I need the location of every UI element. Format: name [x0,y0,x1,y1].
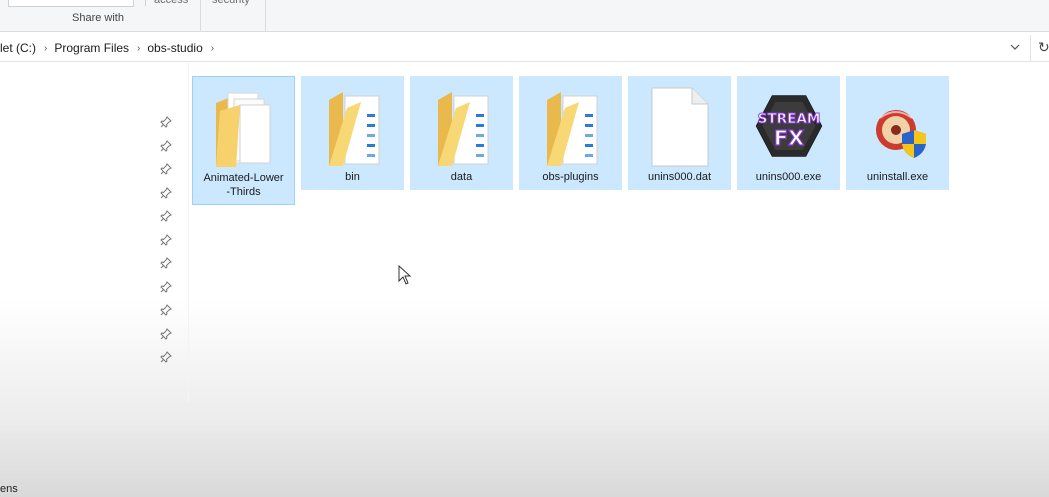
file-item-animated-lower-thirds[interactable]: Animated-Lower -Thirds [192,76,295,205]
breadcrumb: let (C:) › Program Files › obs-studio › [0,41,221,55]
blank-file-icon [644,84,716,168]
file-name: unins000.dat [648,171,711,183]
pin-icon[interactable] [160,163,172,175]
file-name: unins000.exe [755,171,822,183]
folder-icon [208,85,280,169]
breadcrumb-drive[interactable]: let (C:) [0,41,36,55]
pin-icon[interactable] [160,327,172,340]
access-label[interactable]: access [154,0,188,6]
chevron-right-icon[interactable]: › [137,43,140,54]
folder-icon [535,84,607,168]
file-name: obs-plugins [542,171,599,183]
ribbon: access Share with security [0,0,1049,32]
address-history-dropdown[interactable] [1008,40,1022,54]
file-item-unins000-dat[interactable]: unins000.dat [628,76,731,190]
streamfx-icon: STREAM FX [753,84,825,168]
file-name: bin [345,171,360,183]
uninstall-icon [862,84,934,168]
file-name: Animated-Lower -Thirds [203,172,284,198]
address-bar[interactable]: let (C:) › Program Files › obs-studio › … [0,35,1049,62]
refresh-icon[interactable]: ↻ [1038,39,1049,56]
breadcrumb-obs-studio[interactable]: obs-studio [147,41,202,55]
file-name: data [450,171,473,183]
pin-icon[interactable] [160,139,172,152]
file-name: uninstall.exe [866,171,929,183]
pin-icon[interactable] [160,210,172,222]
share-with-group-label: Share with [72,12,124,24]
ribbon-security-group: security [200,0,266,31]
folder-icon [426,84,498,168]
security-label[interactable]: security [212,0,250,6]
pin-icon[interactable] [160,304,172,316]
chevron-right-icon[interactable]: › [211,43,214,54]
file-item-obs-plugins[interactable]: obs-plugins [519,76,622,190]
pin-icon[interactable] [160,186,172,199]
nav-item-label[interactable]: ens [0,483,18,495]
share-control[interactable] [8,0,134,7]
svg-text:FX: FX [773,126,803,150]
file-item-bin[interactable]: bin [301,76,404,190]
folder-icon [317,84,389,168]
mouse-cursor-icon [398,264,412,288]
chevron-right-icon[interactable]: › [44,43,47,54]
pin-icon[interactable] [160,351,172,363]
file-item-unins000-exe[interactable]: STREAM FX unins000.exe [737,76,840,190]
pin-icon[interactable] [160,280,172,293]
navigation-pane: ens [0,62,190,497]
chevron-down-icon [1010,44,1020,50]
pin-icon[interactable] [160,116,172,128]
file-item-data[interactable]: data [410,76,513,190]
pin-icon[interactable] [160,257,172,269]
pin-icon[interactable] [160,233,172,246]
svg-text:STREAM: STREAM [757,111,820,127]
breadcrumb-program-files[interactable]: Program Files [54,41,129,55]
file-item-uninstall-exe[interactable]: uninstall.exe [846,76,949,190]
ribbon-share-group: access Share with [0,0,201,31]
